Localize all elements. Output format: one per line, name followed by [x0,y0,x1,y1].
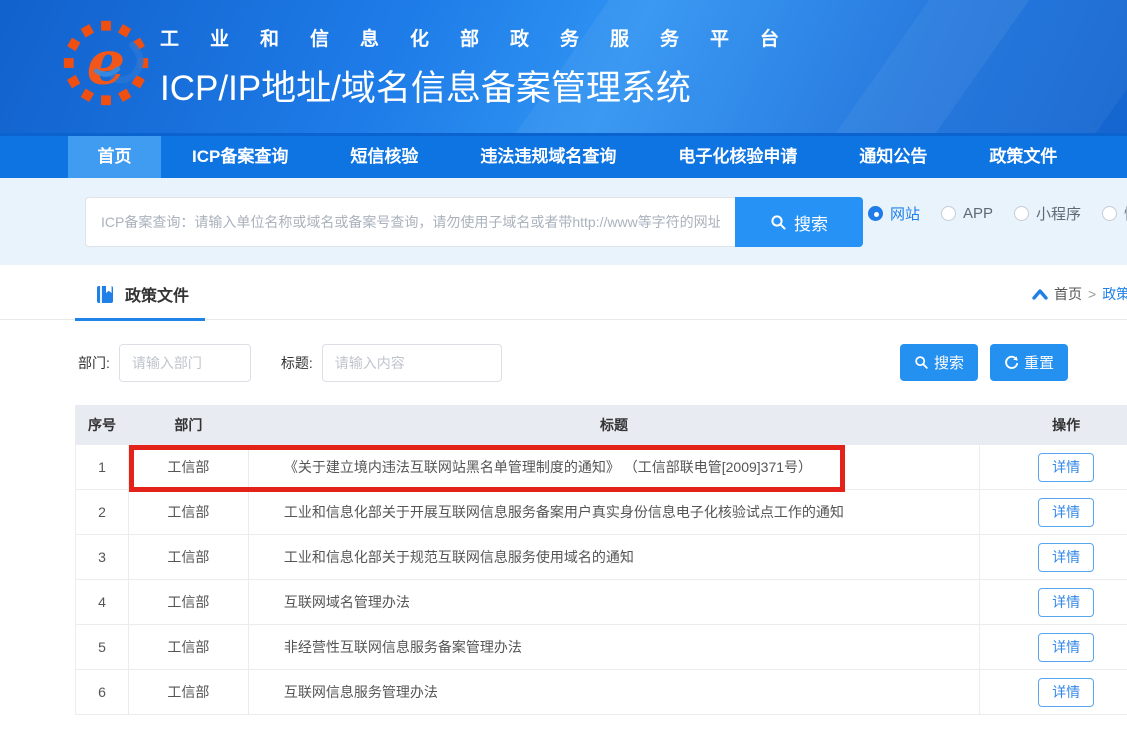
radio-mini-program[interactable]: 小程序 [1014,203,1081,224]
row-dept: 工信部 [129,535,249,579]
row-title: 工业和信息化部关于规范互联网信息服务使用域名的通知 [249,535,980,579]
radio-label: 网站 [890,203,920,224]
icp-search-band: 搜索 网站 APP 小程序 快应用 [0,178,1127,265]
radio-icon [1014,206,1029,221]
filter-search-button[interactable]: 搜索 [900,344,978,381]
detail-button[interactable]: 详情 [1038,678,1094,707]
svg-text:e: e [87,28,126,99]
row-no: 4 [76,580,129,624]
row-dept: 工信部 [129,490,249,534]
title-filter-label: 标题: [281,353,313,373]
search-type-radio-group: 网站 APP 小程序 快应用 [868,203,1127,224]
app-header: e 工业和信息化部政务服务平台 ICP/IP地址/域名信息备案管理系统 [0,0,1127,133]
nav-item-sms-verify[interactable]: 短信核验 [319,136,449,178]
detail-button[interactable]: 详情 [1038,588,1094,617]
col-header-action: 操作 [980,415,1127,435]
nav-item-home[interactable]: 首页 [68,136,161,178]
table-row: 3 工信部 工业和信息化部关于规范互联网信息服务使用域名的通知 详情 [76,535,1127,580]
nav-item-notices[interactable]: 通知公告 [828,136,958,178]
table-row: 1 工信部 《关于建立境内违法互联网站黑名单管理制度的通知》 （工信部联电管[2… [76,445,1127,490]
gear-e-logo-icon: e [57,14,155,112]
radio-app[interactable]: APP [941,205,993,222]
row-dept: 工信部 [129,445,249,489]
radio-label: 小程序 [1036,203,1081,224]
nav-item-icp-query[interactable]: ICP备案查询 [161,136,319,178]
radio-quick-app[interactable]: 快应用 [1102,203,1127,224]
row-no: 5 [76,625,129,669]
filter-search-label: 搜索 [934,352,964,373]
row-dept: 工信部 [129,625,249,669]
table-row: 4 工信部 互联网域名管理办法 详情 [76,580,1127,625]
detail-button[interactable]: 详情 [1038,543,1094,572]
tab-policy-files[interactable]: 政策文件 [95,282,189,306]
row-title: 互联网域名管理办法 [249,580,980,624]
row-dept: 工信部 [129,580,249,624]
home-icon [1032,287,1048,301]
row-no: 2 [76,490,129,534]
icp-search-button[interactable]: 搜索 [735,197,863,247]
col-header-dept: 部门 [129,405,249,445]
refresh-icon [1004,355,1019,370]
search-icon [770,214,787,231]
content-area: 政策文件 首页 > 政策文件 部门: 标题: 搜索 [0,265,1127,751]
policy-table: 序号 部门 标题 操作 1 工信部 《关于建立境内违法互联网站黑名单管理制度的通… [75,405,1127,715]
section-bar: 政策文件 首页 > 政策文件 [0,265,1127,320]
radio-icon [1102,206,1117,221]
table-row: 6 工信部 互联网信息服务管理办法 详情 [76,670,1127,715]
filter-reset-label: 重置 [1024,352,1054,373]
title-filter-input[interactable] [322,344,502,382]
nav-item-policy-files[interactable]: 政策文件 [958,136,1088,178]
row-dept: 工信部 [129,670,249,714]
breadcrumb-home[interactable]: 首页 [1054,284,1082,304]
row-title: 《关于建立境内违法互联网站黑名单管理制度的通知》 （工信部联电管[2009]37… [249,445,980,489]
table-header-row: 序号 部门 标题 操作 [76,405,1127,445]
platform-name: 工业和信息化部政务服务平台 [160,24,810,51]
breadcrumb-separator: > [1088,286,1096,302]
row-no: 6 [76,670,129,714]
search-icon [914,355,929,370]
search-button-label: 搜索 [794,210,828,235]
row-no: 1 [76,445,129,489]
row-title: 互联网信息服务管理办法 [249,670,980,714]
radio-label: APP [963,205,993,222]
section-title: 政策文件 [125,282,189,306]
system-title: ICP/IP地址/域名信息备案管理系统 [160,60,810,111]
row-title: 非经营性互联网信息服务备案管理办法 [249,625,980,669]
filter-row: 部门: 标题: 搜索 重置 [0,320,1127,405]
detail-button[interactable]: 详情 [1038,453,1094,482]
table-row: 5 工信部 非经营性互联网信息服务备案管理办法 详情 [76,625,1127,670]
radio-icon [941,206,956,221]
breadcrumb: 首页 > 政策文件 [1032,284,1127,304]
breadcrumb-current[interactable]: 政策文件 [1102,284,1127,304]
icp-search-input[interactable] [85,197,735,247]
dept-filter-input[interactable] [119,344,251,382]
col-header-title: 标题 [249,405,980,445]
nav-item-illegal-domain-query[interactable]: 违法违规域名查询 [449,136,647,178]
detail-button[interactable]: 详情 [1038,498,1094,527]
main-nav: 首页 ICP备案查询 短信核验 违法违规域名查询 电子化核验申请 通知公告 政策… [0,133,1127,178]
row-title: 工业和信息化部关于开展互联网信息服务备案用户真实身份信息电子化核验试点工作的通知 [249,490,980,534]
dept-filter-label: 部门: [78,353,110,373]
filter-reset-button[interactable]: 重置 [990,344,1068,381]
book-icon [95,284,115,304]
nav-item-e-verify-apply[interactable]: 电子化核验申请 [647,136,828,178]
radio-selected-icon [868,206,883,221]
detail-button[interactable]: 详情 [1038,633,1094,662]
table-row: 2 工信部 工业和信息化部关于开展互联网信息服务备案用户真实身份信息电子化核验试… [76,490,1127,535]
radio-website[interactable]: 网站 [868,203,920,224]
row-no: 3 [76,535,129,579]
col-header-no: 序号 [76,405,129,445]
